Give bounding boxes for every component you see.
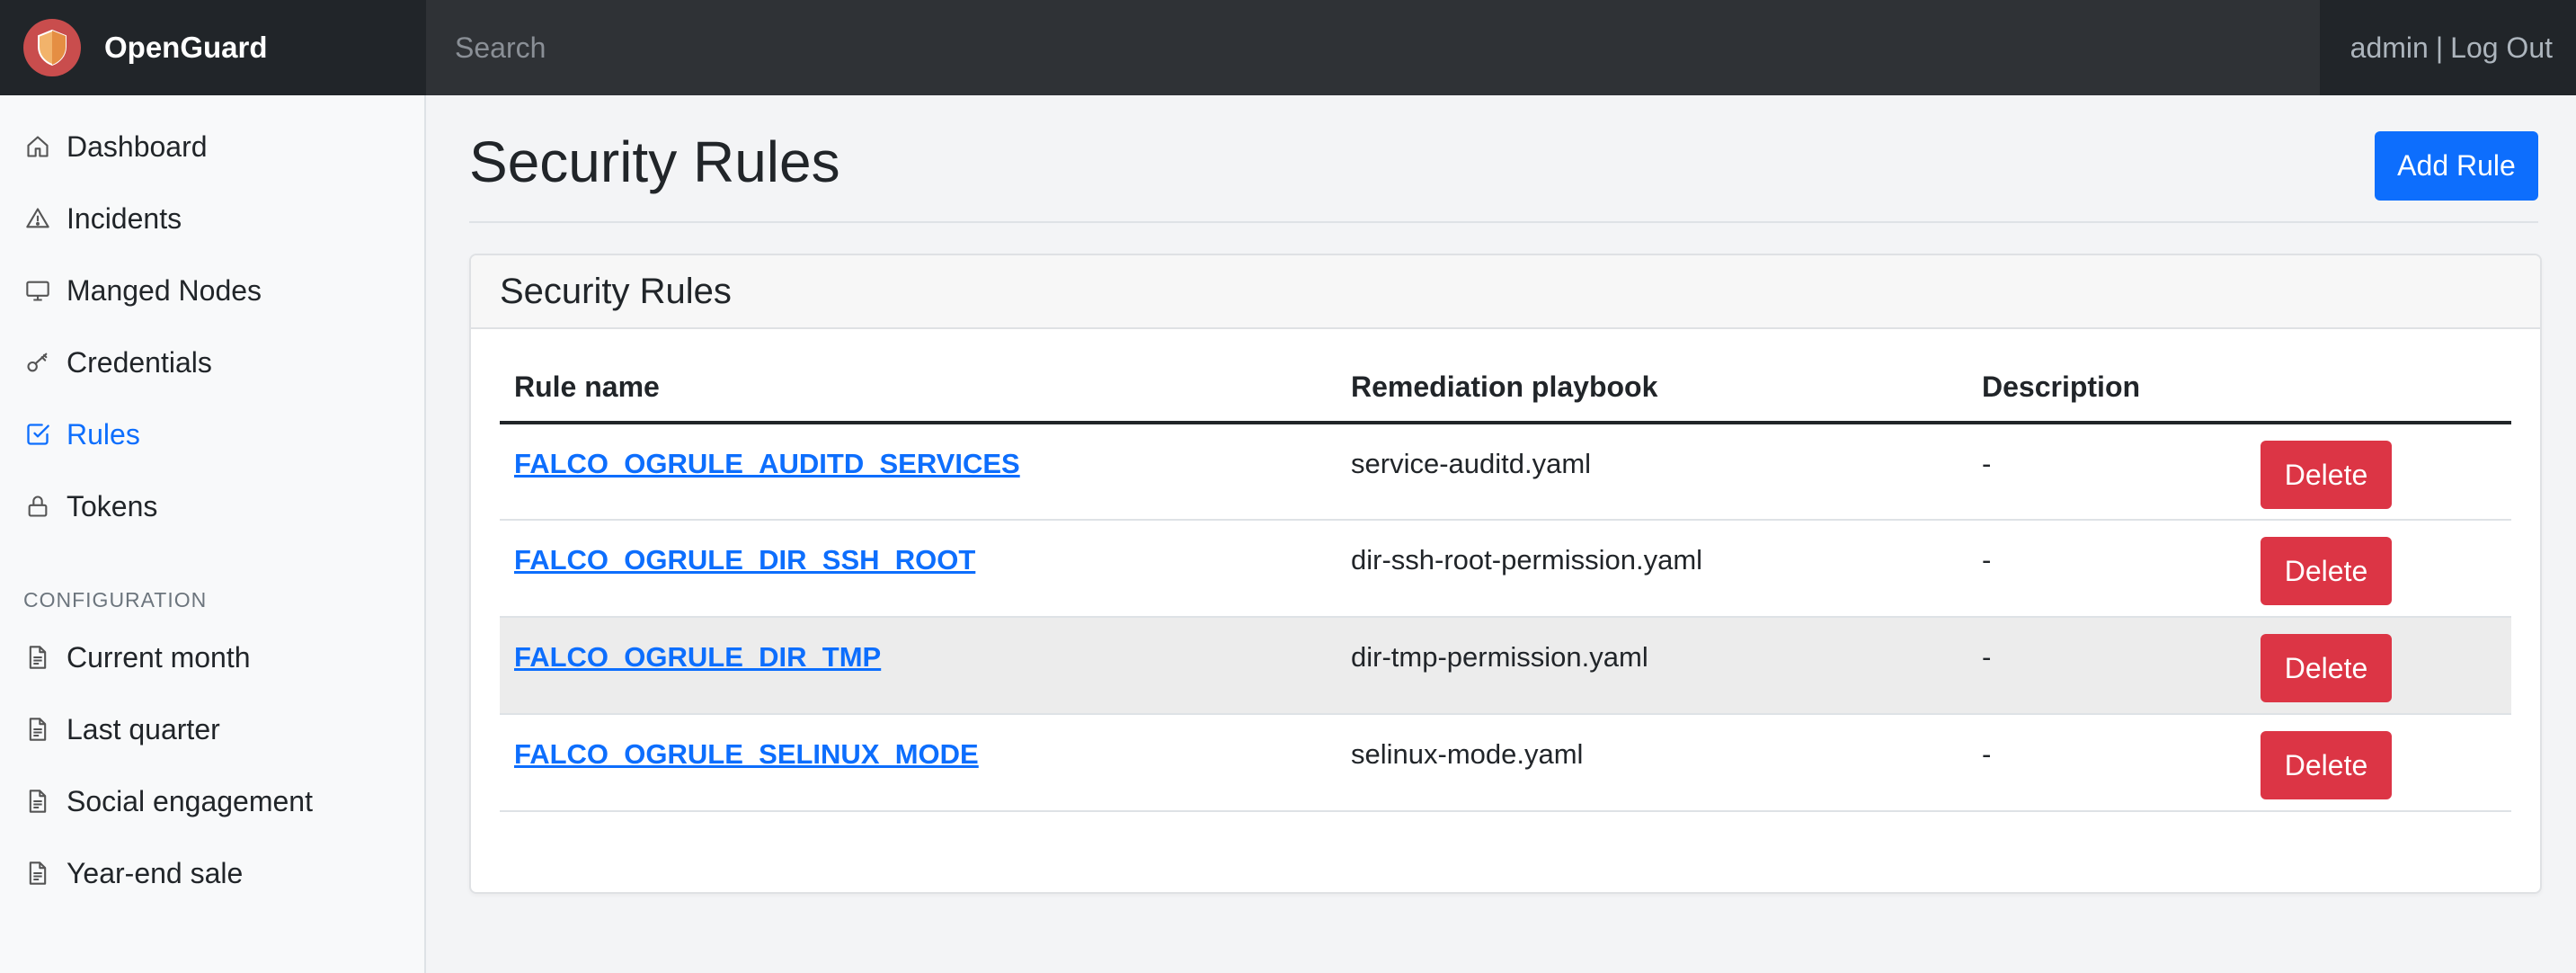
sidebar-item-credentials[interactable]: Credentials <box>0 326 424 398</box>
page-header: Security Rules Add Rule <box>469 95 2538 223</box>
user-links: admin | Log Out <box>2320 0 2576 95</box>
rule-name-cell: FALCO_OGRULE_SELINUX_MODE <box>500 714 1337 812</box>
configuration-heading: CONFIGURATION <box>23 587 208 611</box>
playbook-cell: service-auditd.yaml <box>1337 423 1968 521</box>
delete-button[interactable]: Delete <box>2261 537 2392 605</box>
rule-name-cell: FALCO_OGRULE_AUDITD_SERVICES <box>500 423 1337 521</box>
delete-button[interactable]: Delete <box>2261 731 2392 799</box>
table-row: FALCO_OGRULE_DIR_TMP dir-tmp-permission.… <box>500 617 2511 715</box>
card-title: Security Rules <box>471 255 2540 329</box>
home-icon <box>23 132 52 161</box>
rule-name-link[interactable]: FALCO_OGRULE_AUDITD_SERVICES <box>514 448 1020 479</box>
user-name-link[interactable]: admin <box>2350 31 2429 65</box>
sidebar: Dashboard Incidents Manged Nodes Credent… <box>0 95 426 973</box>
key-icon <box>23 348 52 377</box>
monitor-icon <box>23 276 52 305</box>
top-navbar: OpenGuard admin | Log Out <box>0 0 2576 95</box>
brand-name: OpenGuard <box>104 31 268 64</box>
playbook-cell: dir-ssh-root-permission.yaml <box>1337 520 1968 618</box>
playbook-cell: dir-tmp-permission.yaml <box>1337 617 1968 715</box>
description-cell: - <box>1968 714 2261 812</box>
file-text-icon <box>23 643 52 672</box>
page-title: Security Rules <box>469 129 840 194</box>
sidebar-item-label: Social engagement <box>67 784 313 817</box>
sidebar-item-label: Current month <box>67 640 251 674</box>
playbook-cell: selinux-mode.yaml <box>1337 714 1968 812</box>
action-cell: Delete <box>2261 714 2511 812</box>
sidebar-item-label: Last quarter <box>67 712 220 745</box>
sidebar-item-label: Incidents <box>67 201 182 235</box>
column-header-rule-name: Rule name <box>500 353 1337 424</box>
check-square-icon <box>23 420 52 449</box>
delete-button[interactable]: Delete <box>2261 634 2392 702</box>
rules-card: Security Rules Rule name Remediation pla… <box>469 254 2542 894</box>
delete-button[interactable]: Delete <box>2261 441 2392 509</box>
sidebar-item-dashboard[interactable]: Dashboard <box>0 111 424 183</box>
alert-triangle-icon <box>23 204 52 233</box>
sidebar-item-year-end-sale[interactable]: Year-end sale <box>0 837 424 909</box>
action-cell: Delete <box>2261 423 2511 521</box>
sidebar-item-incidents[interactable]: Incidents <box>0 183 424 254</box>
rule-name-cell: FALCO_OGRULE_DIR_TMP <box>500 617 1337 715</box>
rule-name-cell: FALCO_OGRULE_DIR_SSH_ROOT <box>500 520 1337 618</box>
sidebar-item-label: Rules <box>67 417 140 451</box>
logout-link[interactable]: Log Out <box>2450 31 2553 65</box>
sidebar-item-managed-nodes[interactable]: Manged Nodes <box>0 254 424 326</box>
add-rule-button[interactable]: Add Rule <box>2375 131 2538 201</box>
table-row: FALCO_OGRULE_SELINUX_MODE selinux-mode.y… <box>500 714 2511 812</box>
sidebar-item-label: Credentials <box>67 345 212 379</box>
rule-name-link[interactable]: FALCO_OGRULE_DIR_TMP <box>514 641 881 673</box>
shield-logo-icon <box>23 19 81 76</box>
search-input[interactable] <box>426 0 2320 95</box>
description-cell: - <box>1968 617 2261 715</box>
lock-icon <box>23 492 52 521</box>
table-row: FALCO_OGRULE_DIR_SSH_ROOT dir-ssh-root-p… <box>500 520 2511 618</box>
column-header-description: Description <box>1968 353 2261 424</box>
sidebar-item-current-month[interactable]: Current month <box>0 621 424 693</box>
sidebar-item-label: Manged Nodes <box>67 273 262 307</box>
file-text-icon <box>23 859 52 888</box>
file-text-icon <box>23 715 52 744</box>
main-content: Security Rules Add Rule Security Rules R… <box>426 95 2576 973</box>
sidebar-item-rules[interactable]: Rules <box>0 398 424 470</box>
file-text-icon <box>23 787 52 816</box>
sidebar-item-label: Dashboard <box>67 129 208 163</box>
action-cell: Delete <box>2261 617 2511 715</box>
sidebar-item-last-quarter[interactable]: Last quarter <box>0 693 424 765</box>
rule-name-link[interactable]: FALCO_OGRULE_DIR_SSH_ROOT <box>514 544 975 576</box>
rules-table: Rule name Remediation playbook Descripti… <box>500 353 2511 812</box>
sidebar-item-label: Tokens <box>67 489 158 522</box>
action-cell: Delete <box>2261 520 2511 618</box>
user-links-separator: | <box>2435 31 2444 64</box>
table-row: FALCO_OGRULE_AUDITD_SERVICES service-aud… <box>500 423 2511 521</box>
sidebar-item-social-engagement[interactable]: Social engagement <box>0 765 424 837</box>
sidebar-item-tokens[interactable]: Tokens <box>0 470 424 542</box>
column-header-playbook: Remediation playbook <box>1337 353 1968 424</box>
description-cell: - <box>1968 423 2261 521</box>
sidebar-item-label: Year-end sale <box>67 856 244 889</box>
column-header-actions <box>2261 353 2511 424</box>
description-cell: - <box>1968 520 2261 618</box>
table-header-row: Rule name Remediation playbook Descripti… <box>500 353 2511 424</box>
rule-name-link[interactable]: FALCO_OGRULE_SELINUX_MODE <box>514 738 979 770</box>
brand[interactable]: OpenGuard <box>0 0 426 95</box>
